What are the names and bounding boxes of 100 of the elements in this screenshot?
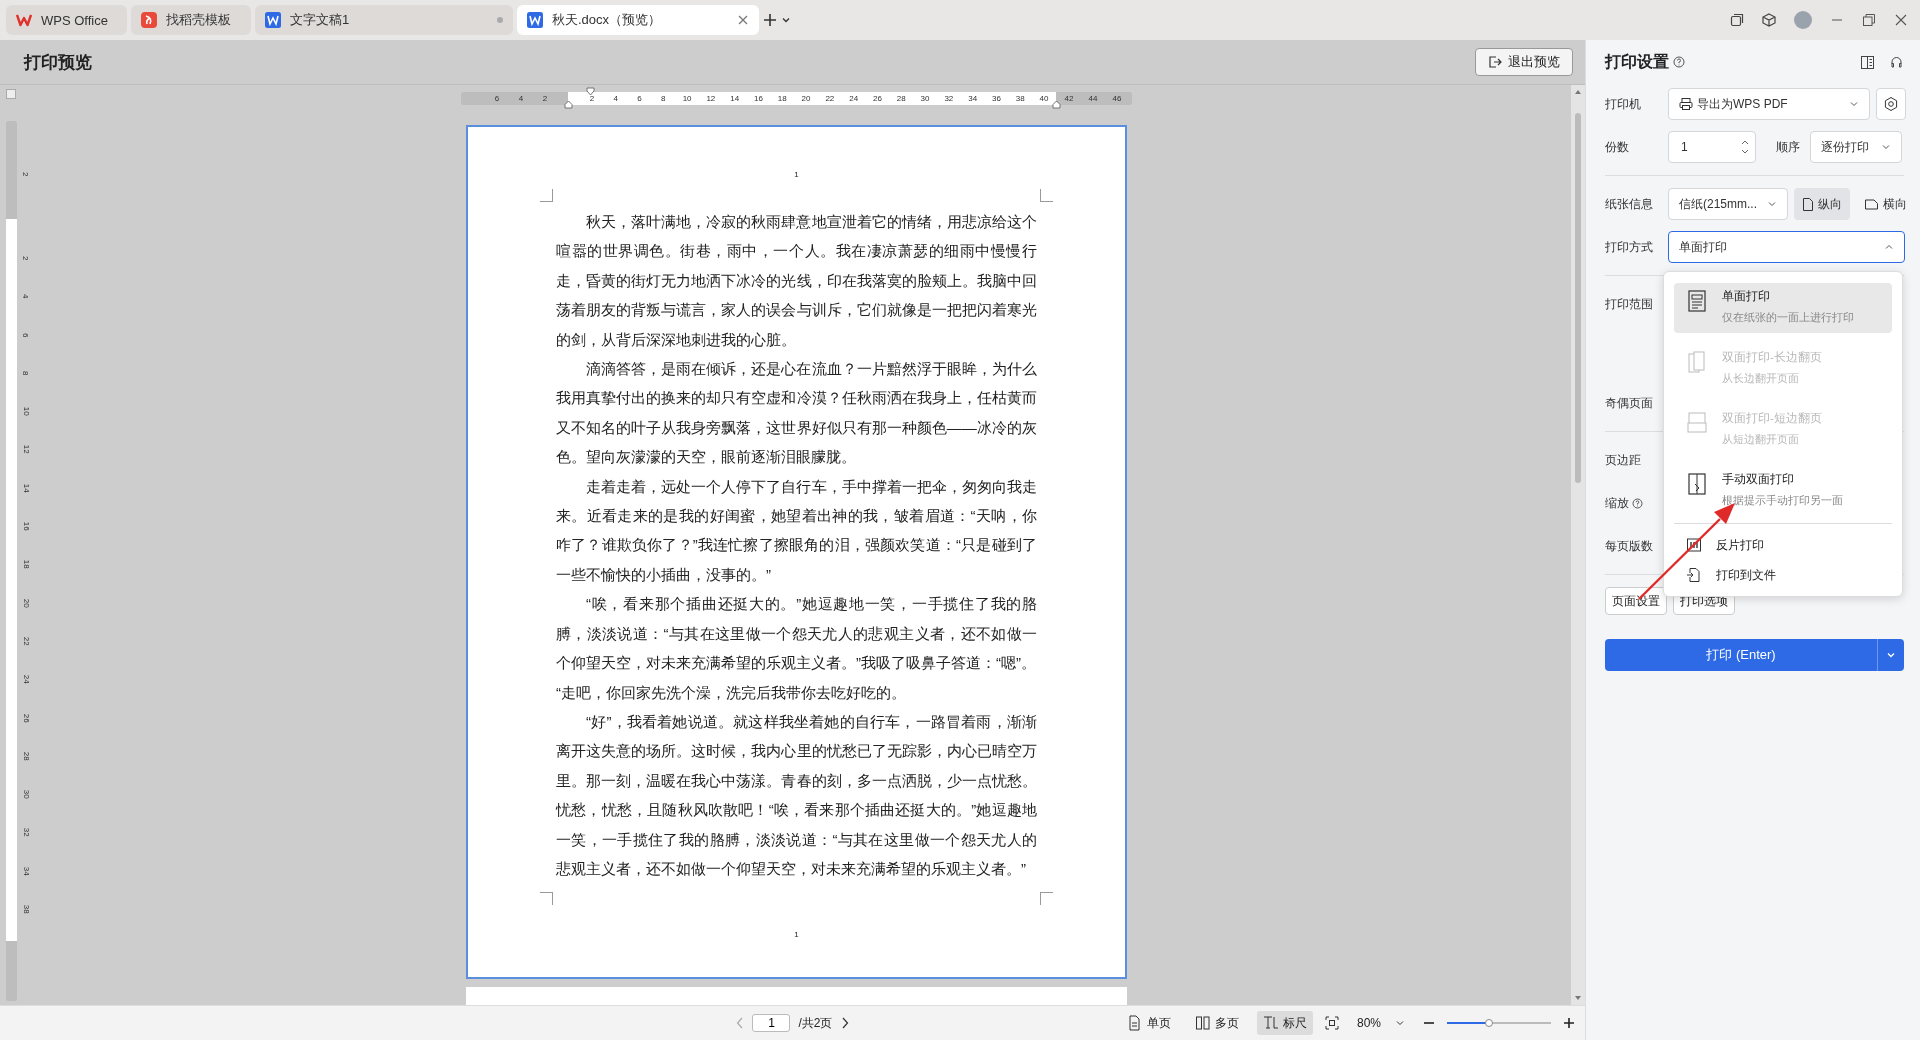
two-pages-icon — [1194, 1015, 1211, 1031]
ruler-number: 36 — [991, 94, 1002, 103]
document-tab[interactable]: WPS Office — [6, 5, 127, 35]
setting-label: 打印方式 — [1605, 238, 1653, 256]
printer-settings-button[interactable] — [1876, 88, 1906, 120]
chevron-down-icon — [1767, 199, 1777, 209]
slider-thumb[interactable] — [1484, 1019, 1493, 1027]
body-paragraph: “好”，我看着她说道。就这样我坐着她的自行车，一路冒着雨，渐渐离开这失意的场所。这时候，我内心里的忧愁已了无踪影，内心已晴空万里。那一刻，温暖在我心中荡漾。青春的刻，多一点洒脱，少一点忧愁。忧愁，忧愁，且随秋风吹散吧！“唉，看来那个插曲还挺大的。”她逗趣地一笑，一手揽住了我的胳膊，淡淡说道：“与其在这里做一个怨天尤人的悲观主义者，还不如做一个仰望天空，对未来充满希望的乐观主义者。” — [556, 711, 1037, 879]
body-paragraph: 滴滴答答，是雨在倾诉，还是心在流血？一片黯然浮于眼眸，为什么我用真挚付出的换来的却只有空虚和冷漠？任秋雨洒在我身上，任枯黄而又不知名的叶子从我身旁飘落，这世界好似只有那一种颜色——冰冷的灰色。望向灰濛濛的天空，眼前逐渐泪眼朦胧。 — [556, 359, 1037, 468]
chevron-down-icon — [1395, 1018, 1405, 1028]
zoom-in-icon[interactable] — [1563, 1017, 1575, 1029]
chevron-up-icon — [1884, 242, 1894, 252]
ruler-number: 42 — [1063, 94, 1075, 103]
orientation-button[interactable]: 横向 — [1856, 188, 1915, 220]
view-button[interactable]: 多页 — [1188, 1011, 1245, 1035]
indent-marker-icon[interactable] — [564, 100, 573, 109]
ruler-number: 30 — [919, 94, 931, 103]
order-dropdown[interactable]: 逐份打印 — [1810, 131, 1902, 163]
fit-page-icon[interactable] — [1324, 1016, 1339, 1030]
ruler-number: 30 — [20, 789, 31, 799]
ruler-number: 14 — [729, 94, 741, 103]
page-number-field[interactable]: 1 — [752, 1014, 791, 1032]
margin-corner-mark — [1040, 892, 1053, 905]
print-button[interactable]: 打印 (Enter) — [1605, 639, 1904, 671]
ruler-number: 44 — [1087, 94, 1099, 103]
indent-marker-icon[interactable] — [586, 87, 595, 96]
ruler-number: 2 — [20, 255, 31, 261]
margin-corner-mark — [540, 892, 553, 905]
setting-label: 每页版数 — [1605, 537, 1653, 555]
help-icon[interactable] — [1673, 56, 1685, 68]
stepper-icon[interactable] — [1741, 139, 1749, 155]
body-paragraph: “唉，看来那个插曲还挺大的。”她逗趣地一笑，一手揽住了我的胳膊，淡淡说道：“与其在这里做一个怨天尤人的悲观主义者，还不如做一个仰望天空，对未来充满希望的乐观主义者。”我吸了吸鼻子答道：“嗯”。 — [556, 594, 1037, 674]
exit-preview-button[interactable]: 退出预览 — [1475, 48, 1573, 76]
document-tab[interactable]: 秋天.docx（预览） — [516, 5, 759, 35]
chevron-down-icon — [1881, 142, 1891, 152]
plus-icon[interactable] — [762, 13, 777, 27]
chevron-down-icon[interactable] — [780, 15, 791, 25]
close-icon[interactable] — [736, 14, 749, 26]
layout-icon[interactable] — [1860, 54, 1875, 70]
copy-window-icon[interactable] — [1730, 13, 1744, 27]
panel-title: 打印设置 — [1605, 51, 1669, 72]
ruler-number: 24 — [848, 94, 860, 103]
two-pages-icon — [1686, 411, 1708, 435]
copies-field[interactable]: 1 — [1668, 131, 1756, 163]
landscape-page-icon — [1864, 197, 1879, 211]
wps-logo-icon — [16, 12, 32, 28]
menu-item[interactable]: 打印到文件 — [1674, 560, 1892, 590]
page-total: /共2页 — [798, 1014, 833, 1032]
panel-button[interactable]: 页面设置 — [1605, 587, 1667, 615]
scrollbar[interactable] — [1571, 85, 1585, 1005]
ruler-number: 6 — [636, 94, 643, 103]
menu-item[interactable]: 反片打印 — [1674, 530, 1892, 560]
scroll-down-icon[interactable] — [1574, 995, 1582, 1001]
page-number: 1 — [794, 930, 799, 939]
ruler-number: 10 — [20, 406, 31, 416]
body-paragraph: 走着走着，远处一个人停下了自行车，手中撑着一把伞，匆匆向我走来。近看走来的是我的好闺蜜，她望着出神的我，皱着眉道：“天呐，你咋了？谁欺负你了？”我连忙擦了擦眼角的泪，强颜欢笑道：“只是碰到了一些不愉快的小插曲，没事的。” — [556, 476, 1037, 585]
horizontal-ruler[interactable]: 6 4 2 2 4 6 8 10 12 14 16 18 20 22 24 26 28 30 32 34 36 38 40 42 44 46 — [461, 92, 1132, 105]
ruler-number: 34 — [967, 94, 979, 103]
file-export-icon — [1686, 567, 1702, 583]
paper-dropdown[interactable]: 信纸(215mm... — [1668, 188, 1788, 220]
page-icon — [1686, 289, 1708, 313]
setting-label: 份数 — [1605, 138, 1629, 156]
next-page-icon[interactable] — [840, 1017, 849, 1029]
setting-label: 缩放 — [1605, 494, 1629, 512]
close-icon[interactable] — [1894, 13, 1908, 27]
ruler-number: 40 — [1038, 94, 1050, 103]
print-mode-option[interactable]: 单面打印 仅在纸张的一面上进行打印 — [1674, 283, 1892, 333]
document-logo-icon — [526, 12, 543, 28]
headset-icon[interactable] — [1889, 54, 1904, 70]
view-button[interactable]: 标尺 — [1256, 1011, 1313, 1035]
two-pages-icon — [1686, 350, 1708, 374]
view-button[interactable]: 单页 — [1120, 1011, 1177, 1035]
print-mode-option[interactable]: 手动双面打印 根据提示手动打印另一面 — [1674, 466, 1892, 516]
flame-logo-icon — [140, 12, 157, 28]
portrait-page-icon — [1802, 196, 1814, 212]
document-tab[interactable]: 找稻壳模板 — [130, 5, 251, 35]
setting-label: 奇偶页面 — [1605, 394, 1653, 412]
indent-marker-icon[interactable] — [1052, 100, 1061, 109]
ruler-number: 4 — [20, 294, 31, 299]
document-tab[interactable]: 文字文稿1 — [254, 5, 513, 35]
print-mode-dropdown[interactable]: 单面打印 — [1668, 231, 1905, 263]
document-logo-icon — [264, 12, 281, 28]
printer-dropdown[interactable]: 导出为WPS PDF — [1668, 88, 1870, 120]
ruler-number: 18 — [20, 560, 31, 569]
body-paragraph: “走吧，你回家先洗个澡，洗完后我带你去吃好吃的。 — [556, 682, 907, 703]
zoom-dropdown[interactable]: 80% — [1350, 1011, 1411, 1035]
orientation-button[interactable]: 纵向 — [1794, 188, 1850, 220]
ruler-number: 20 — [20, 598, 31, 608]
printer-icon — [1679, 97, 1693, 111]
cube-icon[interactable] — [1762, 13, 1776, 27]
scroll-up-icon[interactable] — [1574, 89, 1582, 95]
help-icon[interactable] — [1632, 497, 1643, 509]
ruler-number: 26 — [20, 713, 31, 723]
chevron-down-icon[interactable] — [1886, 650, 1896, 660]
ruler-number: 2 — [20, 171, 31, 177]
restore-icon[interactable] — [1862, 13, 1876, 27]
exit-icon — [1488, 55, 1502, 69]
ruler-number: 32 — [20, 828, 31, 838]
ruler-icon — [1262, 1015, 1279, 1031]
ruler-number: 22 — [824, 94, 836, 103]
